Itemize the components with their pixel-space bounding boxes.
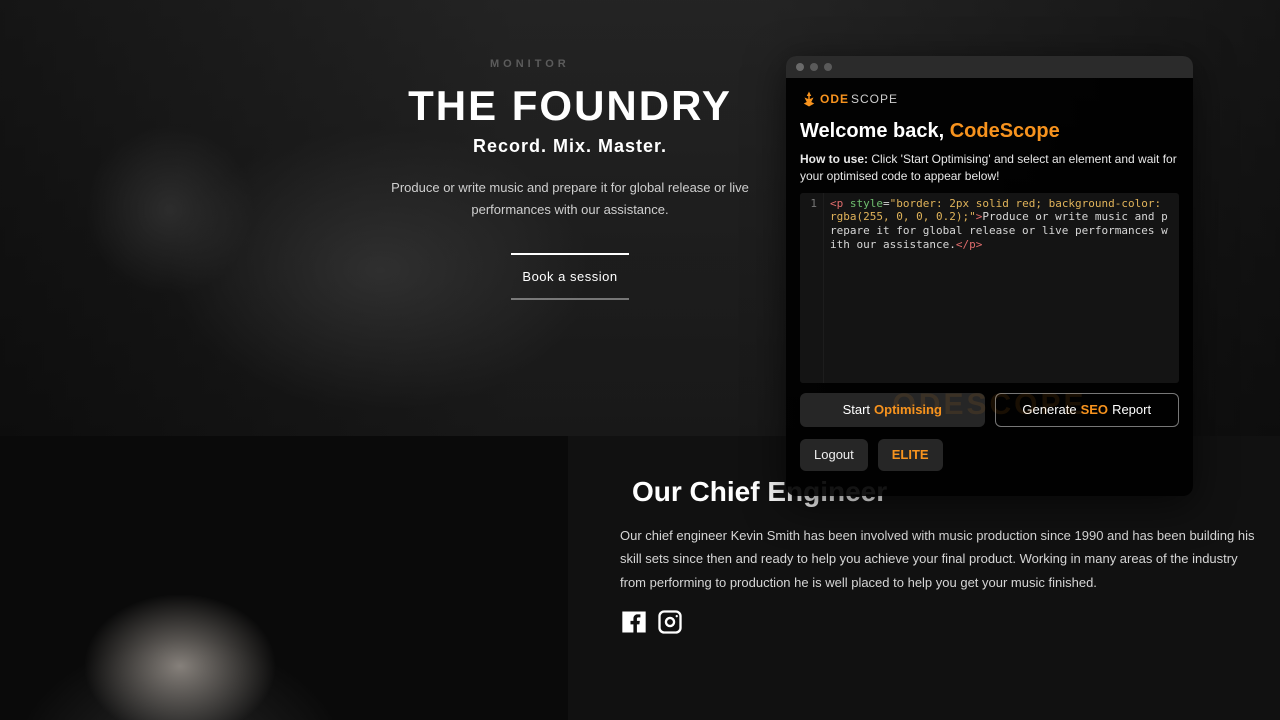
book-session-button[interactable]: Book a session xyxy=(511,253,629,300)
hero-description: Produce or write music and prepare it fo… xyxy=(360,177,780,221)
code-gutter: 1 xyxy=(800,193,824,383)
page-title: THE FOUNDRY xyxy=(408,82,732,130)
generate-seo-report-button[interactable]: Generate SEO Report xyxy=(995,393,1180,427)
elite-badge-button[interactable]: ELITE xyxy=(878,439,943,471)
logo-text-accent: ODE xyxy=(820,92,849,106)
social-links xyxy=(620,608,1260,641)
start-optimising-button[interactable]: Start Optimising xyxy=(800,393,985,427)
welcome-heading: Welcome back, CodeScope xyxy=(800,120,1179,143)
codescope-panel: ODESCOPE Welcome back, CodeScope How to … xyxy=(786,56,1193,496)
codescope-logo-mark xyxy=(800,90,818,108)
code-content[interactable]: <p style="border: 2px solid red; backgro… xyxy=(824,193,1179,383)
engineer-body: Our chief engineer Kevin Smith has been … xyxy=(620,524,1260,594)
start-accent: Optimising xyxy=(874,402,942,417)
traffic-light-min[interactable] xyxy=(810,63,818,71)
start-prefix: Start xyxy=(843,402,870,417)
facebook-icon xyxy=(620,608,648,636)
welcome-name: CodeScope xyxy=(950,120,1060,142)
logo-text-rest: SCOPE xyxy=(851,92,898,106)
traffic-light-close[interactable] xyxy=(796,63,804,71)
howto-label: How to use: xyxy=(800,152,868,166)
instagram-icon xyxy=(656,608,684,636)
instagram-link[interactable] xyxy=(656,608,684,641)
welcome-prefix: Welcome back, xyxy=(800,120,950,142)
logout-button[interactable]: Logout xyxy=(800,439,868,471)
engineer-portrait xyxy=(0,436,568,720)
traffic-light-max[interactable] xyxy=(824,63,832,71)
gen-accent: SEO xyxy=(1081,402,1108,417)
howto-text: How to use: Click 'Start Optimising' and… xyxy=(800,151,1179,185)
code-output[interactable]: 1 <p style="border: 2px solid red; backg… xyxy=(800,193,1179,383)
facebook-link[interactable] xyxy=(620,608,648,641)
gen-prefix: Generate xyxy=(1022,402,1076,417)
gen-suffix: Report xyxy=(1112,402,1151,417)
page-subtitle: Record. Mix. Master. xyxy=(473,136,667,157)
codescope-logo: ODESCOPE xyxy=(800,90,1179,108)
panel-titlebar[interactable] xyxy=(786,56,1193,78)
